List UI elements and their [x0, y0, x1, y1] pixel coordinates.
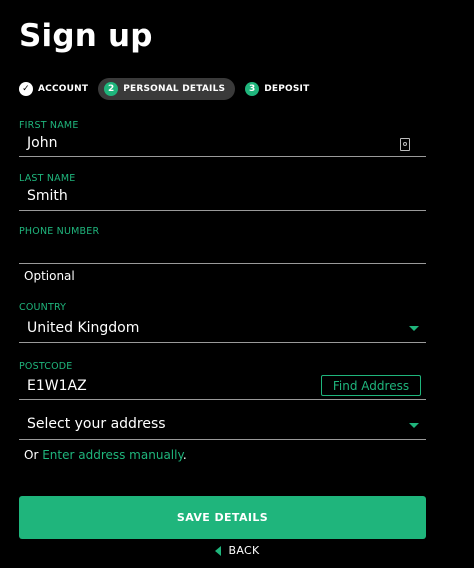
step-number: 3 — [245, 82, 260, 96]
postcode-field[interactable]: POSTCODE E1W1AZ Find Address — [19, 361, 426, 400]
divider — [19, 439, 426, 440]
phone-field[interactable]: PHONE NUMBER Optional — [19, 226, 426, 286]
address-select-value[interactable]: Select your address — [19, 416, 426, 432]
country-label: COUNTRY — [19, 302, 67, 313]
step-account[interactable]: ✓ ACCOUNT — [19, 82, 88, 96]
country-value[interactable]: United Kingdom — [19, 320, 426, 336]
check-icon: ✓ — [19, 82, 33, 96]
save-details-button[interactable]: SAVE DETAILS — [19, 496, 426, 539]
step-label: ACCOUNT — [38, 84, 89, 94]
divider — [19, 342, 426, 343]
phone-optional-hint: Optional — [24, 269, 75, 283]
progress-steps: ✓ ACCOUNT 2 PERSONAL DETAILS 3 DEPOSIT — [19, 78, 309, 100]
phone-input[interactable] — [19, 241, 426, 259]
first-name-label: FIRST NAME — [19, 120, 79, 131]
last-name-input[interactable]: Smith — [19, 188, 426, 204]
last-name-label: LAST NAME — [19, 173, 76, 184]
phone-label: PHONE NUMBER — [19, 226, 100, 237]
find-address-button[interactable]: Find Address — [321, 375, 421, 396]
back-button[interactable]: BACK — [0, 544, 474, 557]
chevron-down-icon[interactable] — [409, 423, 419, 428]
first-name-input[interactable]: John — [19, 135, 426, 151]
back-label: BACK — [228, 544, 260, 557]
divider — [19, 399, 426, 400]
step-deposit[interactable]: 3 DEPOSIT — [245, 82, 309, 96]
enter-address-manually-link[interactable]: Enter address manually — [42, 448, 183, 462]
address-select[interactable]: Select your address — [19, 416, 426, 440]
step-number: 2 — [104, 82, 119, 96]
manual-prefix: Or — [24, 448, 43, 462]
first-name-field[interactable]: FIRST NAME John — [19, 120, 426, 157]
manual-address-text: Or Enter address manually. — [24, 448, 187, 462]
divider — [19, 156, 426, 157]
contact-card-icon[interactable] — [400, 138, 410, 151]
manual-suffix: . — [182, 448, 187, 462]
chevron-down-icon[interactable] — [409, 326, 419, 331]
divider — [19, 263, 426, 264]
country-select[interactable]: COUNTRY United Kingdom — [19, 302, 426, 343]
last-name-field[interactable]: LAST NAME Smith — [19, 173, 426, 211]
page-title: Sign up — [19, 18, 153, 54]
divider — [19, 210, 426, 211]
back-arrow-icon — [214, 546, 221, 556]
step-label: PERSONAL DETAILS — [123, 84, 226, 94]
postcode-label: POSTCODE — [19, 361, 73, 372]
step-personal-details[interactable]: 2 PERSONAL DETAILS — [98, 78, 236, 100]
step-label: DEPOSIT — [264, 84, 310, 94]
